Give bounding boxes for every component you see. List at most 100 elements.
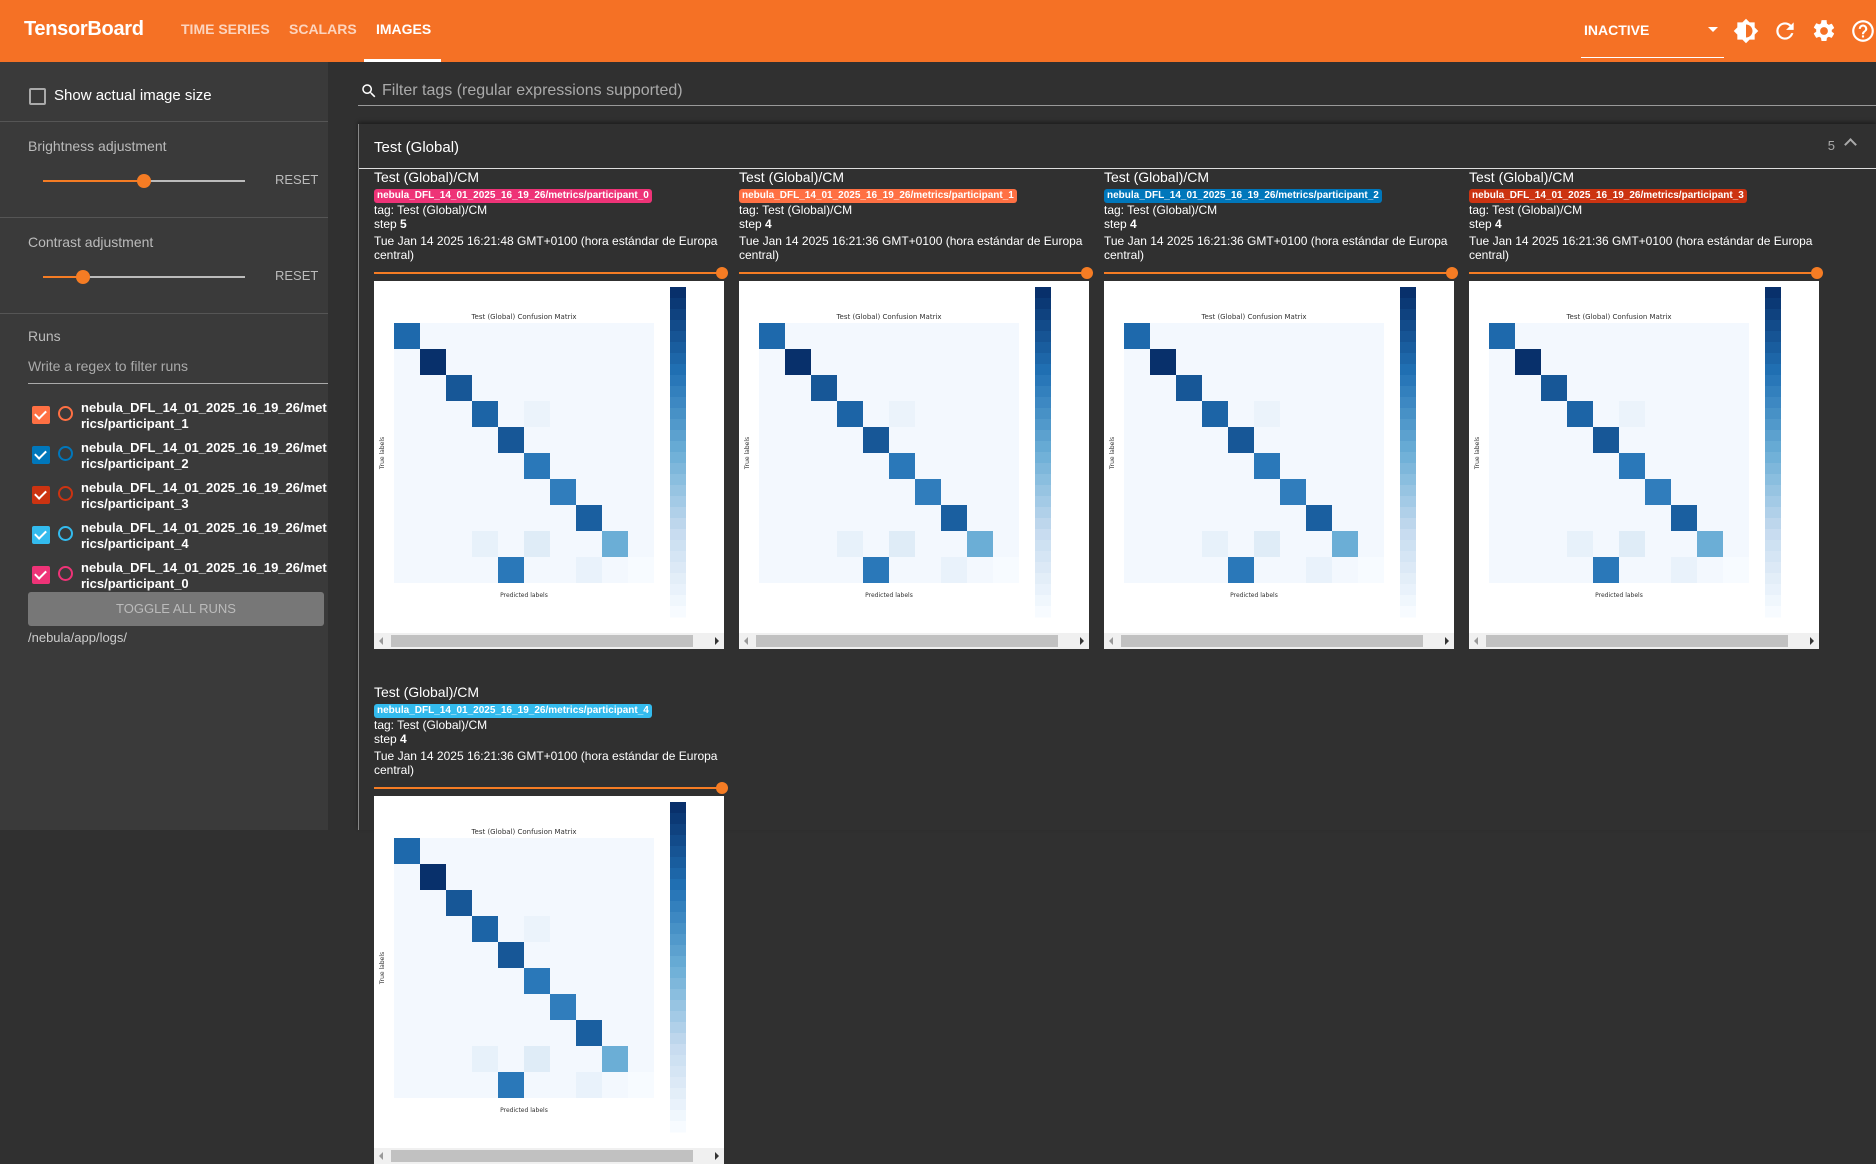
contrast-slider-thumb[interactable] [76,270,91,284]
app-logo: TensorBoard [24,18,144,40]
step-slider[interactable] [1469,267,1823,279]
colorbar-segment [1765,529,1781,541]
step-slider[interactable] [374,267,728,279]
matrix-cell [602,864,628,890]
step-slider-thumb[interactable] [1081,267,1093,279]
scrollbar-thumb[interactable] [756,635,1058,647]
brightness-slider-fill [43,180,144,182]
scrollbar-thumb[interactable] [391,1150,693,1162]
matrix-cell [498,890,524,916]
scroll-left-icon[interactable] [1474,637,1478,645]
colorbar-segment [1765,540,1781,552]
image-horizontal-scrollbar[interactable] [374,633,724,649]
brightness-slider[interactable] [43,174,245,188]
run-checkbox[interactable] [32,446,50,464]
matrix-cell [1541,427,1567,453]
colorbar-segment [670,978,686,990]
dark-mode-icon[interactable] [1733,18,1759,44]
matrix-cell [1280,375,1306,401]
scroll-right-icon[interactable] [1810,637,1814,645]
matrix-cell [1541,505,1567,531]
run-item[interactable]: nebula_DFL_14_01_2025_16_19_26/metrics/p… [32,520,328,563]
scroll-right-icon[interactable] [1080,637,1084,645]
filter-tags-input[interactable]: Filter tags (regular expressions support… [358,78,1876,106]
card-title: Test (Global)/CM [374,684,480,700]
run-color-circle-icon[interactable] [58,566,73,581]
show-actual-size-checkbox[interactable] [29,88,46,105]
image-horizontal-scrollbar[interactable] [739,633,1089,649]
contrast-reset-button[interactable]: RESET [275,268,318,283]
run-item[interactable]: nebula_DFL_14_01_2025_16_19_26/metrics/p… [32,440,328,483]
matrix-cell [889,427,915,453]
colorbar-segment [670,934,686,946]
chevron-up-icon[interactable] [1844,138,1857,151]
matrix-cell [1619,557,1645,583]
matrix-cell [1671,427,1697,453]
matrix-cell [1332,323,1358,349]
matrix-cell [576,427,602,453]
matrix-cell [1567,375,1593,401]
runs-filter-input[interactable]: Write a regex to filter runs [28,354,328,384]
matrix-cell [524,942,550,968]
colorbar-segment [1765,496,1781,508]
scrollbar-thumb[interactable] [1486,635,1788,647]
matrix-cell [524,890,550,916]
brightness-slider-thumb[interactable] [137,174,151,188]
tag-group-header[interactable]: Test (Global) 5 [359,124,1876,169]
step-slider-thumb[interactable] [1811,267,1823,279]
toggle-all-runs-button[interactable]: TOGGLE ALL RUNS [28,592,324,626]
matrix-cell [941,479,967,505]
step-slider[interactable] [739,267,1093,279]
scroll-right-icon[interactable] [715,637,719,645]
image-horizontal-scrollbar[interactable] [1469,633,1819,649]
run-checkbox[interactable] [32,486,50,504]
help-icon[interactable] [1850,18,1876,44]
matrix-cell [915,375,941,401]
image-horizontal-scrollbar[interactable] [1104,633,1454,649]
run-item[interactable]: nebula_DFL_14_01_2025_16_19_26/metrics/p… [32,480,328,523]
scrollbar-thumb[interactable] [1121,635,1423,647]
matrix-cell [1228,375,1254,401]
scroll-left-icon[interactable] [379,637,383,645]
scroll-right-icon[interactable] [1445,637,1449,645]
run-color-circle-icon[interactable] [58,486,73,501]
colorbar-segment [670,890,686,902]
step-slider[interactable] [1104,267,1458,279]
brightness-reset-button[interactable]: RESET [275,172,318,187]
step-slider-thumb[interactable] [1446,267,1458,279]
matrix-cell [524,349,550,375]
card-timestamp: Tue Jan 14 2025 16:21:36 GMT+0100 (hora … [374,749,718,777]
colorbar-segment [1400,441,1416,453]
image-horizontal-scrollbar[interactable] [374,1148,724,1164]
tab-time-series[interactable]: TIME SERIES [181,21,270,37]
matrix-cell [1280,505,1306,531]
settings-icon[interactable] [1811,18,1837,44]
scroll-left-icon[interactable] [1109,637,1113,645]
filter-tags-placeholder: Filter tags (regular expressions support… [382,82,683,99]
run-color-circle-icon[interactable] [58,446,73,461]
tab-images[interactable]: IMAGES [376,21,431,37]
tab-scalars[interactable]: SCALARS [289,21,357,37]
matrix-cell [446,531,472,557]
colorbar-segment [670,989,686,1001]
scroll-right-icon[interactable] [715,1152,719,1160]
contrast-slider[interactable] [43,270,245,284]
scroll-left-icon[interactable] [379,1152,383,1160]
reload-icon[interactable] [1772,18,1798,44]
run-color-circle-icon[interactable] [58,526,73,541]
run-item[interactable]: nebula_DFL_14_01_2025_16_19_26/metrics/p… [32,400,328,443]
step-slider-thumb[interactable] [716,267,728,279]
step-slider[interactable] [374,782,728,794]
step-slider-thumb[interactable] [716,782,728,794]
run-checkbox[interactable] [32,406,50,424]
matrix-cell [941,531,967,557]
scrollbar-thumb[interactable] [391,635,693,647]
run-checkbox[interactable] [32,566,50,584]
run-checkbox[interactable] [32,526,50,544]
colorbar-segment [670,879,686,891]
colorbar-segment [1035,419,1051,431]
run-color-circle-icon[interactable] [58,406,73,421]
card-timestamp: Tue Jan 14 2025 16:21:36 GMT+0100 (hora … [1469,234,1813,262]
scroll-left-icon[interactable] [744,637,748,645]
run-state-select[interactable]: INACTIVE [1581,22,1724,58]
